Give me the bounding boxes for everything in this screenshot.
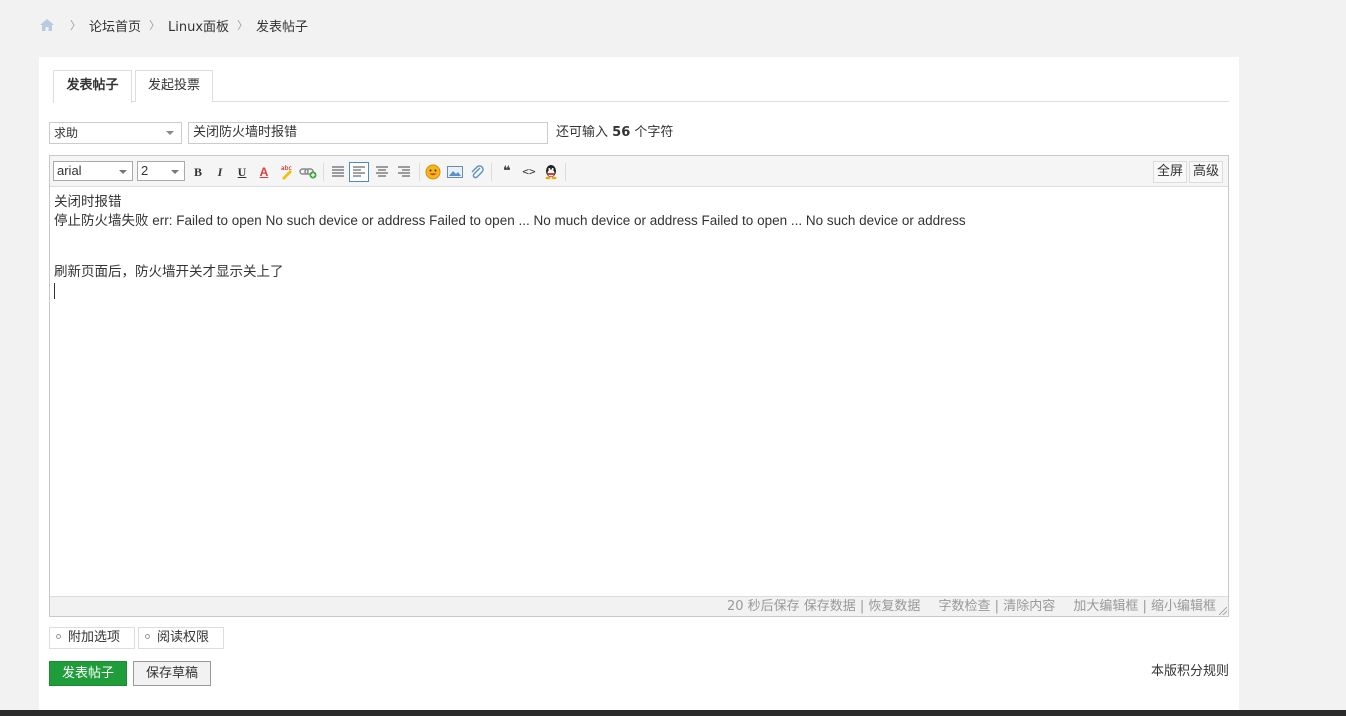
resize-handle-icon[interactable]: [1219, 607, 1227, 615]
toolbar-divider: [565, 163, 566, 181]
circle-icon: [56, 634, 61, 639]
text-cursor: [54, 283, 55, 299]
credit-rules-link[interactable]: 本版积分规则: [1151, 662, 1229, 682]
autosave-status[interactable]: 20 秒后保存 保存数据 | 恢复数据: [727, 599, 920, 614]
align-center-icon[interactable]: [372, 162, 392, 182]
thread-type-select[interactable]: 求助: [49, 122, 182, 144]
extra-options-toggle[interactable]: 附加选项: [49, 627, 135, 649]
bold-button[interactable]: B: [188, 162, 208, 182]
post-panel: 发表帖子 发起投票 求助 关闭防火墙时报错 还可输入 56 个字符 arial …: [39, 57, 1239, 716]
highlight-icon[interactable]: abc: [276, 162, 296, 182]
content-line: [54, 230, 1224, 249]
circle-icon: [145, 634, 150, 639]
underline-button[interactable]: U: [232, 162, 252, 182]
toolbar-divider: [491, 163, 492, 181]
qq-icon[interactable]: [541, 162, 561, 182]
read-permission-label: 阅读权限: [157, 630, 210, 645]
extra-options-label: 附加选项: [68, 630, 121, 645]
content-line: 停止防火墙失败 err: Failed to open No such devi…: [54, 213, 966, 228]
italic-button[interactable]: I: [210, 162, 230, 182]
thread-type-value: 求助: [54, 126, 79, 140]
breadcrumb-new-post: 发表帖子: [256, 19, 309, 35]
toolbar-divider: [419, 163, 420, 181]
content-line: 关闭时报错: [54, 194, 122, 209]
breadcrumb-separator: 〉: [237, 19, 249, 32]
chevron-down-icon: [166, 131, 174, 135]
tab-new-poll[interactable]: 发起投票: [135, 70, 213, 102]
save-draft-button[interactable]: 保存草稿: [133, 661, 211, 686]
editor-statusbar: 20 秒后保存 保存数据 | 恢复数据 字数检查 | 清除内容 加大编辑框 | …: [50, 596, 1228, 616]
align-left-icon[interactable]: [349, 162, 369, 182]
breadcrumb: 〉 论坛首页 〉 Linux面板 〉 发表帖子: [40, 16, 309, 35]
read-permission-toggle[interactable]: 阅读权限: [138, 627, 224, 649]
font-size-select[interactable]: 2: [137, 161, 185, 181]
submit-post-button[interactable]: 发表帖子: [49, 661, 127, 686]
align-right-icon[interactable]: [394, 162, 414, 182]
chevron-down-icon: [171, 170, 179, 174]
align-justify-icon[interactable]: [328, 162, 348, 182]
subject-input[interactable]: 关闭防火墙时报错: [188, 122, 548, 144]
remaining-prefix: 还可输入: [556, 125, 609, 140]
breadcrumb-separator: 〉: [70, 19, 81, 32]
home-icon[interactable]: [40, 19, 54, 31]
word-count-clear[interactable]: 字数检查 | 清除内容: [939, 599, 1056, 614]
remaining-count: 56: [612, 125, 631, 140]
font-family-select[interactable]: arial: [53, 161, 133, 181]
rich-text-editor: arial 2 B I U A abc ❝ <> 全屏 高级 关闭时报错 停止防…: [49, 155, 1229, 617]
editor-content[interactable]: 关闭时报错 停止防火墙失败 err: Failed to open No suc…: [54, 192, 1224, 299]
editor-toolbar: arial 2 B I U A abc ❝ <> 全屏 高级: [50, 156, 1228, 187]
code-icon[interactable]: <>: [519, 162, 539, 182]
advanced-button[interactable]: 高级: [1189, 161, 1224, 183]
breadcrumb-separator: 〉: [149, 19, 161, 32]
breadcrumb-linux-panel[interactable]: Linux面板: [168, 16, 229, 35]
bottom-bar: [0, 710, 1346, 716]
attachment-icon[interactable]: [467, 162, 487, 182]
image-icon[interactable]: [445, 162, 465, 182]
remaining-chars: 还可输入 56 个字符: [556, 123, 673, 143]
toolbar-divider: [323, 163, 324, 181]
remaining-suffix: 个字符: [634, 125, 674, 140]
font-size-value: 2: [141, 163, 149, 178]
font-family-value: arial: [57, 163, 82, 178]
breadcrumb-forum-home[interactable]: 论坛首页: [89, 16, 141, 35]
font-color-button[interactable]: A: [254, 162, 274, 182]
content-line: 刷新页面后，防火墙开关才显示关上了: [54, 264, 284, 279]
link-add-icon[interactable]: [298, 162, 318, 182]
post-tabs: 发表帖子 发起投票: [53, 70, 1229, 103]
chevron-down-icon: [119, 170, 127, 174]
smiley-icon[interactable]: [423, 162, 443, 182]
quote-icon[interactable]: ❝: [497, 162, 517, 182]
fullscreen-button[interactable]: 全屏: [1153, 161, 1188, 183]
tab-new-post[interactable]: 发表帖子: [53, 70, 132, 103]
resize-editor-links[interactable]: 加大编辑框 | 缩小编辑框: [1073, 599, 1216, 614]
